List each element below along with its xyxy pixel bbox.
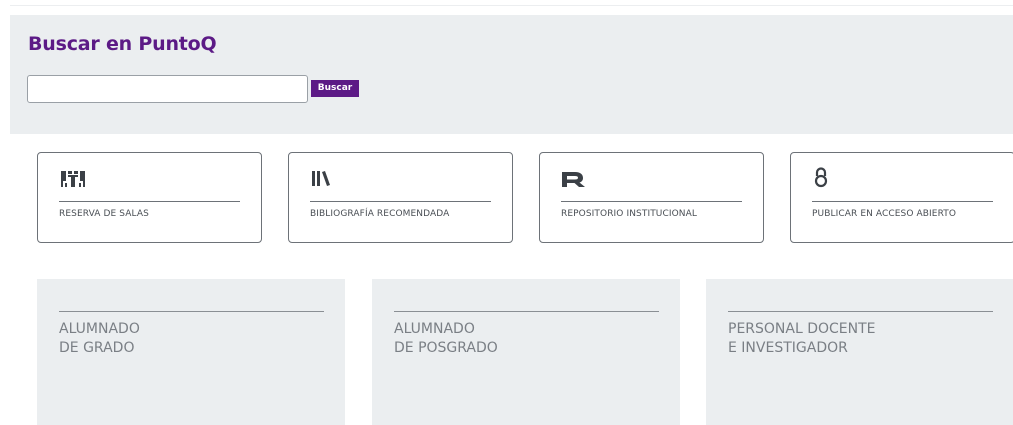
open-access-icon bbox=[814, 167, 828, 188]
profile-label: ALUMNADO DE POSGRADO bbox=[394, 320, 498, 358]
profile-card-alumnado-de-grado[interactable]: ALUMNADO DE GRADO bbox=[37, 279, 345, 425]
meeting-room-icon bbox=[61, 171, 85, 187]
card-label: BIBLIOGRAFÍA RECOMENDADA bbox=[310, 209, 450, 219]
card-label: REPOSITORIO INSTITUCIONAL bbox=[561, 209, 698, 219]
card-divider bbox=[812, 201, 993, 202]
card-divider bbox=[561, 201, 742, 202]
profile-divider bbox=[59, 311, 324, 312]
profile-label-line1: ALUMNADO bbox=[394, 321, 475, 337]
card-bibliografia-recomendada[interactable]: BIBLIOGRAFÍA RECOMENDADA bbox=[288, 152, 513, 243]
profile-divider bbox=[728, 311, 993, 312]
repository-r-icon bbox=[562, 172, 585, 187]
profile-label-line2: E INVESTIGADOR bbox=[728, 340, 848, 356]
profile-label-line2: DE POSGRADO bbox=[394, 340, 498, 356]
profile-label: PERSONAL DOCENTE E INVESTIGADOR bbox=[728, 320, 876, 358]
search-button[interactable]: Buscar bbox=[311, 80, 359, 97]
card-divider bbox=[59, 201, 240, 202]
profile-label-line2: DE GRADO bbox=[59, 340, 135, 356]
card-publicar-en-acceso-abierto[interactable]: PUBLICAR EN ACCESO ABIERTO bbox=[790, 152, 1013, 243]
profile-label-line1: ALUMNADO bbox=[59, 321, 140, 337]
top-divider bbox=[10, 5, 1013, 6]
card-label: RESERVA DE SALAS bbox=[59, 209, 149, 219]
search-input[interactable] bbox=[27, 75, 308, 103]
profile-card-personal-docente[interactable]: PERSONAL DOCENTE E INVESTIGADOR bbox=[706, 279, 1013, 425]
search-title: Buscar en PuntoQ bbox=[28, 33, 217, 55]
card-reserva-de-salas[interactable]: RESERVA DE SALAS bbox=[37, 152, 262, 243]
profile-card-alumnado-de-posgrado[interactable]: ALUMNADO DE POSGRADO bbox=[372, 279, 680, 425]
card-label: PUBLICAR EN ACCESO ABIERTO bbox=[812, 209, 957, 219]
profile-label-line1: PERSONAL DOCENTE bbox=[728, 321, 876, 337]
profile-divider bbox=[394, 311, 659, 312]
profile-label: ALUMNADO DE GRADO bbox=[59, 320, 140, 358]
card-divider bbox=[310, 201, 491, 202]
card-repositorio-institucional[interactable]: REPOSITORIO INSTITUCIONAL bbox=[539, 152, 764, 243]
books-icon bbox=[312, 171, 330, 186]
